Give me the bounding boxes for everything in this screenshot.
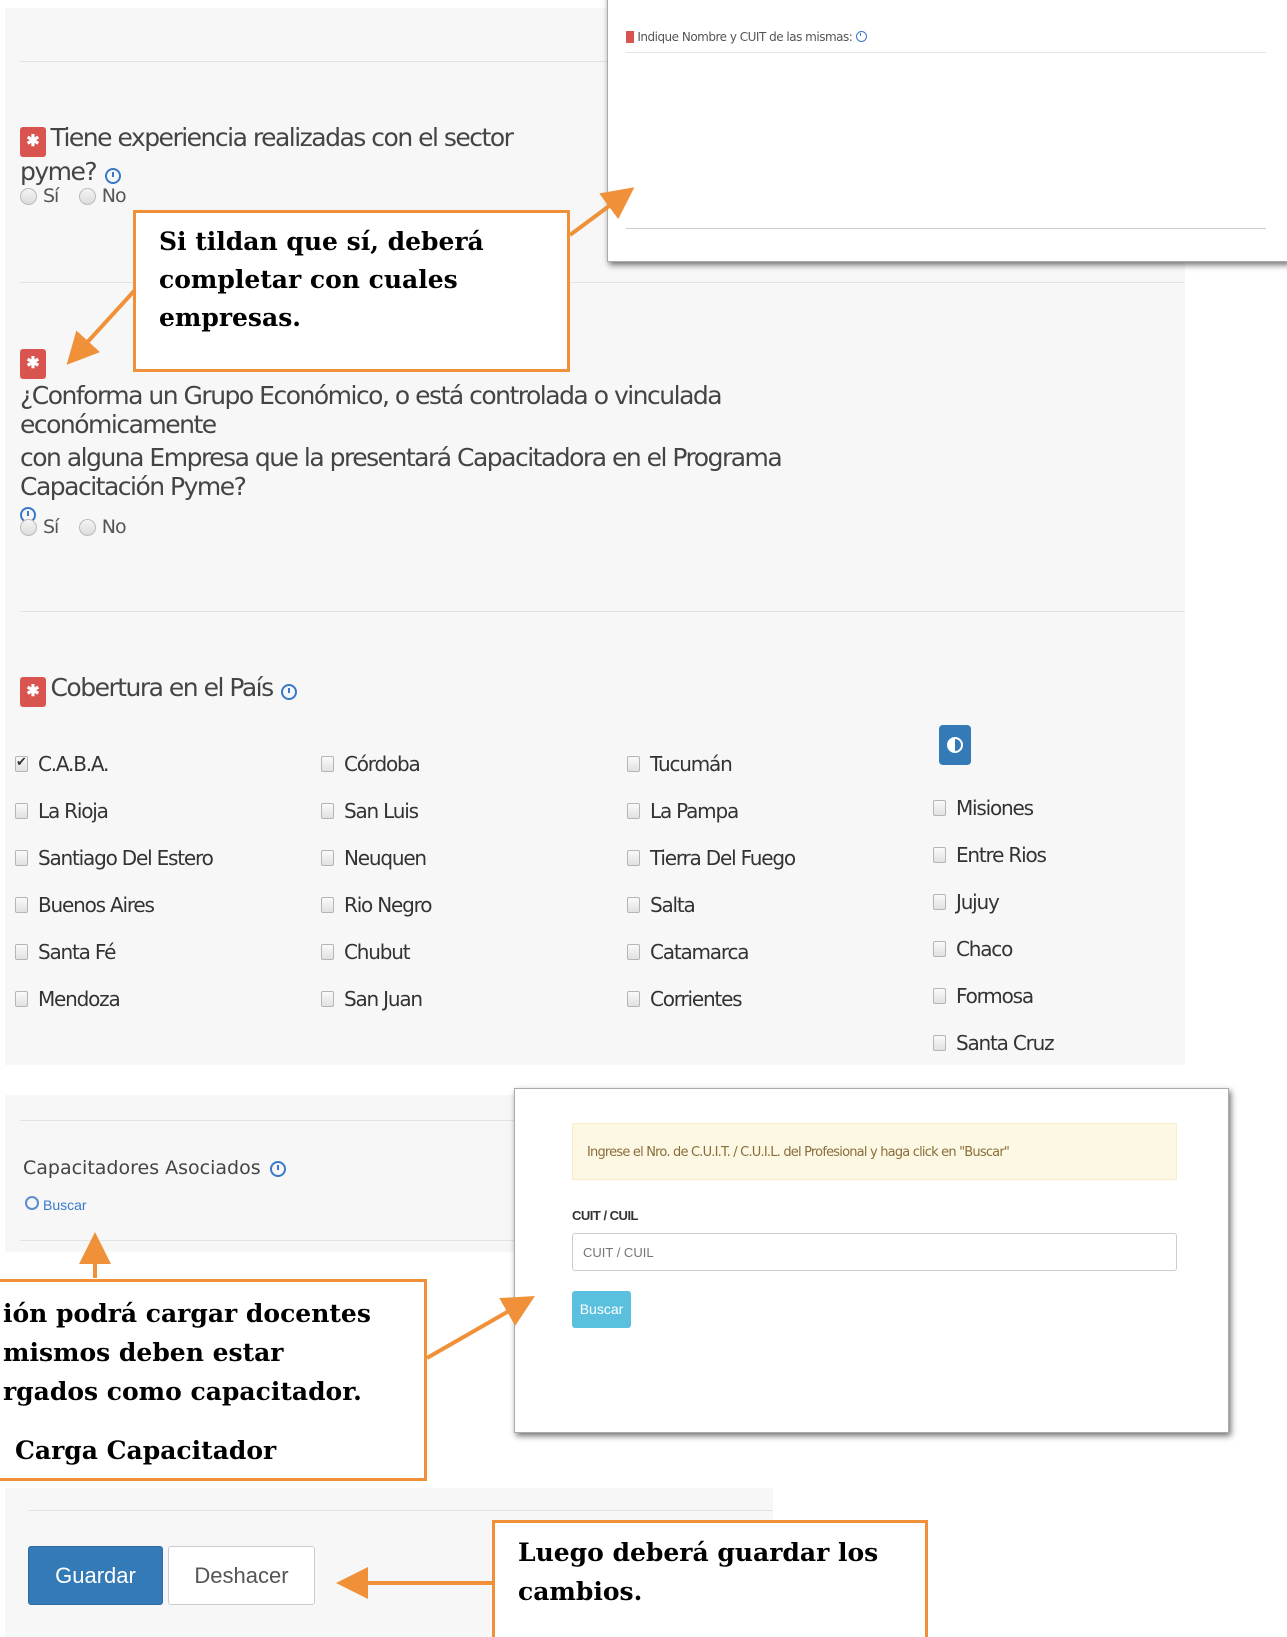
callout-arrows <box>66 187 635 1599</box>
arrow-to-details-panel <box>568 187 635 237</box>
arrow-to-search-panel <box>426 1296 535 1360</box>
arrow-to-question-2 <box>66 288 137 365</box>
